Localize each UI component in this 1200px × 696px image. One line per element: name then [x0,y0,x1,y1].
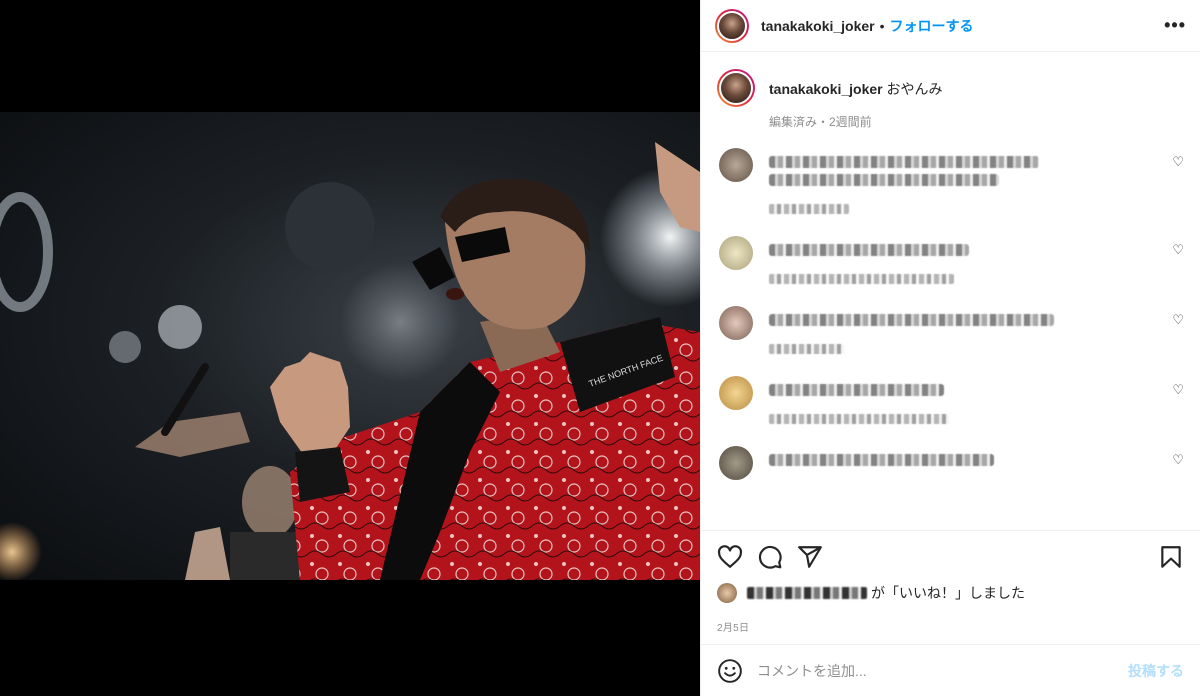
redacted-comment-meta [769,204,849,214]
redacted-comment-text [769,384,944,396]
header-separator: • [879,17,885,34]
author-avatar-image [717,10,747,41]
heart-icon[interactable] [717,544,743,570]
comment-like-heart-icon[interactable]: ♡ [1172,312,1184,328]
comment-avatar[interactable] [719,236,753,270]
caption-text: おやんみ [886,81,943,97]
comment-item: ♡ [717,306,1184,354]
comment-like-heart-icon[interactable]: ♡ [1172,382,1184,398]
caption-username[interactable]: tanakakoki_joker [769,81,883,97]
comment-like-heart-icon[interactable]: ♡ [1172,452,1184,468]
liker-avatar [717,583,737,603]
caption-avatar[interactable] [717,69,755,107]
post-date[interactable]: 2月5日 [717,619,1184,634]
post-comment-button[interactable]: 投稿する [1128,661,1184,681]
action-icons-row [717,531,1184,583]
redacted-comment-text [769,156,1039,168]
instagram-post: THE NORTH FACE tanakakoki_joker • フォローする… [0,0,1200,696]
comment-avatar[interactable] [719,376,753,410]
add-comment-bar: 投稿する [701,644,1200,696]
caption-meta: 編集済み・2週間前 [769,115,872,129]
likes-text: が「いいね！」しました [871,585,1025,601]
comment-body-redacted [769,308,1054,354]
redacted-comment-meta [769,344,844,354]
redacted-comment-text [769,314,1054,326]
comment-icon[interactable] [757,544,783,570]
comment-like-heart-icon[interactable]: ♡ [1172,154,1184,170]
redacted-comment-text [769,174,999,186]
comment-item: ♡ [717,376,1184,424]
comment-input[interactable] [757,662,1128,679]
follow-button[interactable]: フォローする [890,16,974,36]
concert-photo-illustration: THE NORTH FACE [0,142,700,580]
post-side-panel: tanakakoki_joker • フォローする ••• tanakakoki… [700,0,1200,696]
comment-body-redacted [769,150,1039,214]
redacted-comment-meta [769,414,949,424]
comments-list[interactable]: tanakakoki_joker おやんみ 編集済み・2週間前 ♡ ♡ ♡ ♡ … [701,53,1200,529]
caption-body: tanakakoki_joker おやんみ 編集済み・2週間前 [769,79,943,130]
comment-item: ♡ [717,236,1184,284]
redacted-liker-name [747,587,867,599]
likes-summary[interactable]: が「いいね！」しました [717,583,1184,603]
comment-avatar[interactable] [719,306,753,340]
media-pane: THE NORTH FACE [0,0,700,696]
comment-avatar[interactable] [719,446,753,480]
comment-item: ♡ [717,446,1184,480]
bookmark-icon[interactable] [1158,544,1184,570]
comment-avatar[interactable] [719,148,753,182]
post-header: tanakakoki_joker • フォローする ••• [701,0,1200,52]
comment-body-redacted [769,378,949,424]
emoji-icon[interactable] [717,658,743,684]
comment-like-heart-icon[interactable]: ♡ [1172,242,1184,258]
redacted-comment-text [769,244,969,256]
comment-body-redacted [769,448,994,466]
author-username[interactable]: tanakakoki_joker [761,18,875,34]
author-avatar[interactable] [715,8,749,43]
redacted-comment-meta [769,274,954,284]
redacted-comment-text [769,454,994,466]
share-icon[interactable] [797,544,823,570]
caption-text-line: tanakakoki_joker おやんみ [769,79,943,99]
comment-body-redacted [769,238,969,284]
caption-avatar-image [719,71,753,105]
post-caption: tanakakoki_joker おやんみ 編集済み・2週間前 [717,69,1184,130]
comment-item: ♡ [717,148,1184,214]
post-photo[interactable]: THE NORTH FACE [0,112,700,580]
more-options-icon[interactable]: ••• [1164,15,1186,36]
